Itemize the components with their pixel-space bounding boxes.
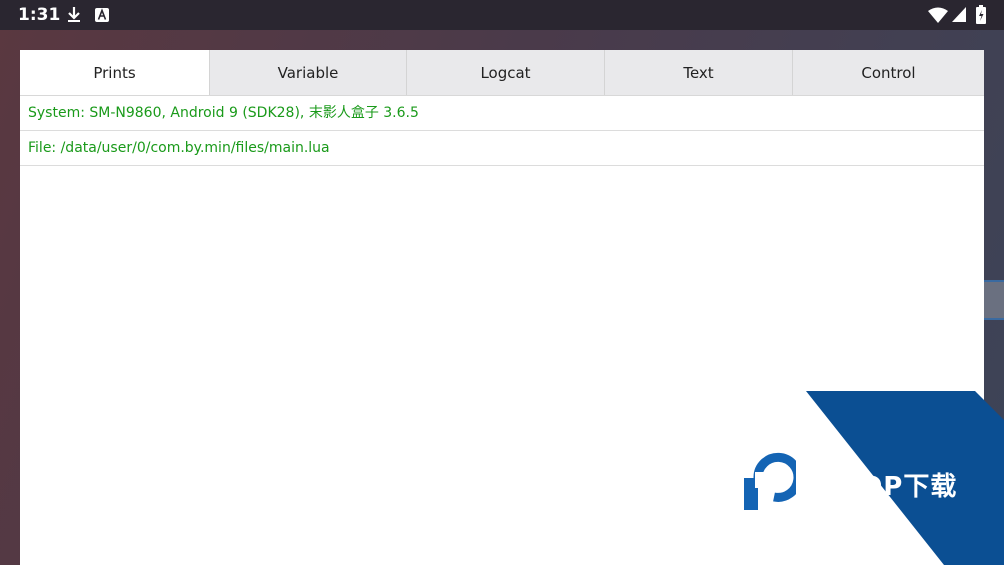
background-window-edge	[984, 280, 1004, 320]
tab-text[interactable]: Text	[604, 50, 792, 95]
tab-bar: Prints Variable Logcat Text Control	[20, 50, 984, 96]
log-line-file: File: /data/user/0/com.by.min/files/main…	[20, 131, 984, 166]
log-line-system: System: SM-N9860, Android 9 (SDK28), 末影人…	[20, 96, 984, 131]
status-bar: 1:31	[0, 0, 1004, 30]
download-icon	[68, 7, 80, 22]
wifi-icon	[928, 7, 948, 23]
tab-logcat[interactable]: Logcat	[406, 50, 604, 95]
debug-dialog: Prints Variable Logcat Text Control Syst…	[20, 50, 984, 565]
a-badge-icon	[95, 8, 109, 22]
tab-variable[interactable]: Variable	[209, 50, 406, 95]
battery-icon	[976, 5, 986, 24]
tab-prints[interactable]: Prints	[20, 50, 209, 95]
signal-icon	[952, 7, 966, 22]
log-list[interactable]: System: SM-N9860, Android 9 (SDK28), 末影人…	[20, 96, 984, 166]
tab-control[interactable]: Control	[792, 50, 984, 95]
status-time: 1:31	[18, 5, 61, 25]
